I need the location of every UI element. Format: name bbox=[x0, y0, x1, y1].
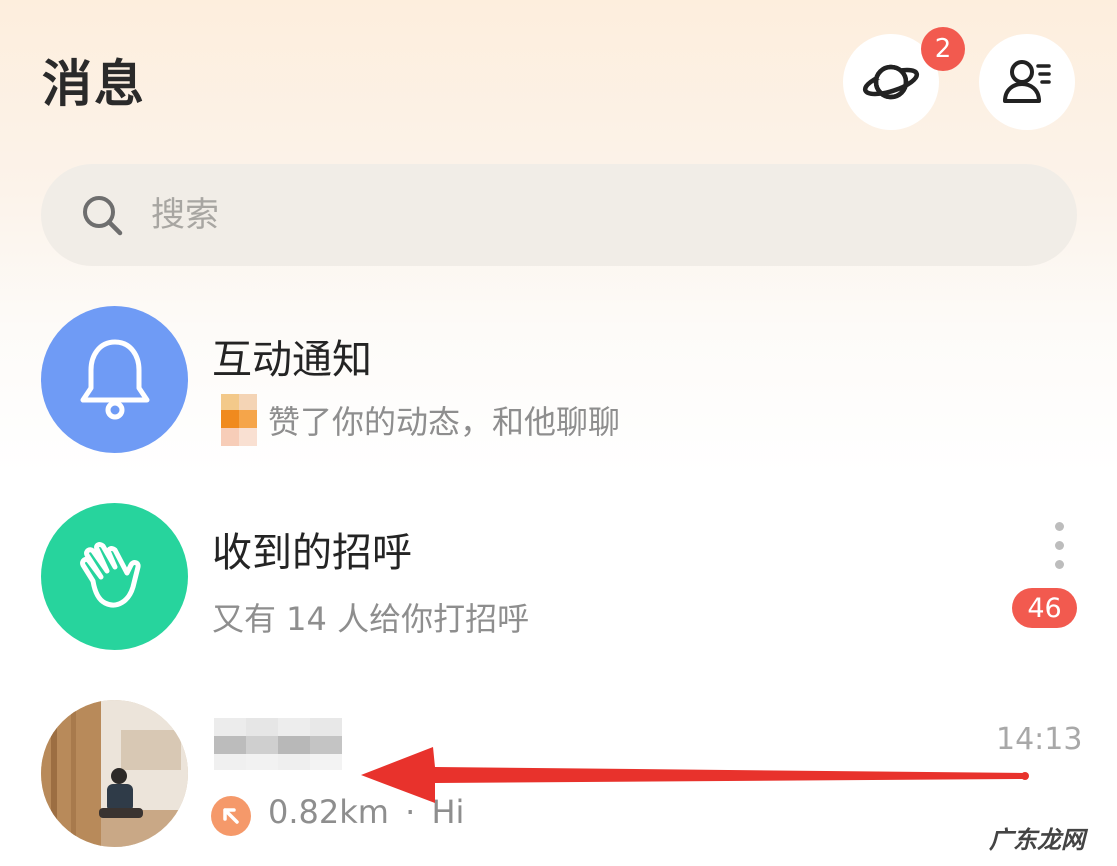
bell-icon bbox=[80, 339, 149, 419]
search-input[interactable] bbox=[149, 194, 853, 236]
discover-badge: 2 bbox=[921, 27, 965, 71]
planet-icon bbox=[862, 64, 920, 100]
more-options-icon[interactable] bbox=[1052, 522, 1066, 579]
greetings-avatar bbox=[41, 503, 188, 650]
unread-count-badge: 46 bbox=[1012, 588, 1077, 628]
blurred-user-avatar bbox=[213, 394, 265, 450]
watermark-logo: 广东龙网 bbox=[985, 820, 1089, 855]
contacts-icon bbox=[1003, 60, 1051, 103]
waving-hand-icon bbox=[79, 541, 141, 607]
blurred-username bbox=[214, 718, 342, 770]
row-title: 互动通知 bbox=[212, 337, 372, 383]
red-arrow-annotation bbox=[361, 747, 1029, 803]
location-arrow-icon bbox=[211, 796, 251, 836]
interaction-avatar bbox=[41, 306, 188, 453]
row-title: 收到的招呼 bbox=[212, 530, 412, 576]
row-subtitle: 又有 14 人给你打招呼 bbox=[212, 600, 530, 638]
row-subtitle: 赞了你的动态，和他聊聊 bbox=[268, 403, 621, 441]
contacts-button[interactable] bbox=[979, 34, 1075, 130]
search-bar[interactable] bbox=[41, 164, 1077, 266]
search-icon bbox=[83, 196, 123, 236]
user-avatar-photo bbox=[41, 700, 188, 847]
page-title: 消息 bbox=[42, 55, 146, 113]
